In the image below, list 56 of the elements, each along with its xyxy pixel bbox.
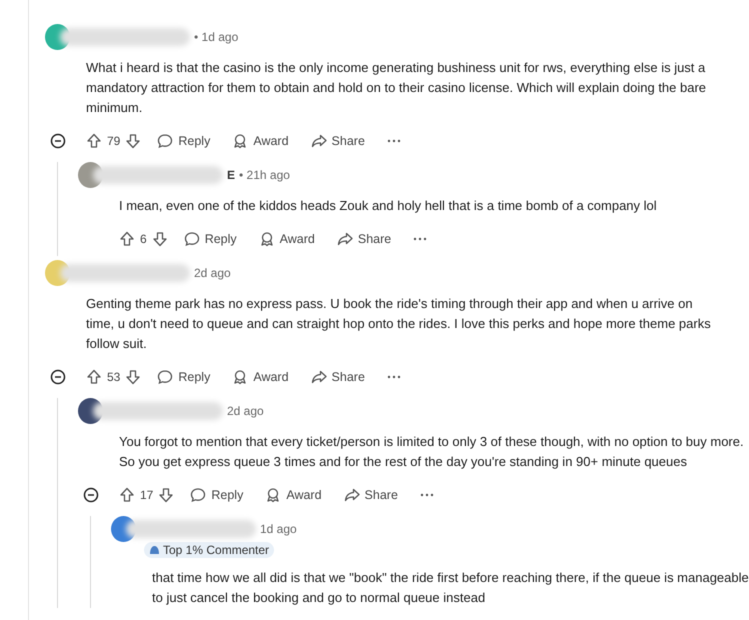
upvote-icon[interactable] bbox=[119, 231, 135, 247]
comment-text: What i heard is that the casino is the only income generating bushiness unit for rws, everything else is just a mandatory attraction for them to obtain and hold on to their casino license. Which will explain doing the bare minimum. bbox=[86, 59, 708, 117]
badge-icon bbox=[149, 545, 160, 555]
share-button[interactable]: Share bbox=[304, 129, 371, 153]
share-button[interactable]: Share bbox=[338, 483, 404, 507]
downvote-icon[interactable] bbox=[152, 231, 168, 247]
ribbon-icon bbox=[232, 369, 248, 385]
downvote-icon[interactable] bbox=[158, 487, 174, 503]
timestamp: • 1d ago bbox=[194, 30, 238, 44]
share-button[interactable]: Share bbox=[304, 365, 371, 389]
speech-bubble-icon bbox=[184, 231, 200, 247]
vote-count: 79 bbox=[107, 134, 120, 148]
comment-text: that time how we all did is that we "book" the ride first before reaching there, if the queue is manageable to just cancel the booking and go to normal queue instead bbox=[152, 569, 749, 607]
award-button[interactable]: Award bbox=[226, 365, 295, 389]
ribbon-icon bbox=[232, 133, 248, 149]
award-button[interactable]: Award bbox=[252, 227, 321, 251]
comment-text: I mean, even one of the kiddos heads Zouk and holy hell that is a time bomb of a company lol bbox=[119, 197, 658, 215]
reply-button[interactable]: Reply bbox=[178, 227, 243, 251]
collapse-icon[interactable] bbox=[82, 487, 98, 503]
upvote-icon[interactable] bbox=[86, 369, 102, 385]
ribbon-icon bbox=[265, 487, 282, 503]
downvote-icon[interactable] bbox=[125, 133, 142, 149]
timestamp: 2d ago bbox=[194, 266, 231, 280]
timestamp: 1d ago bbox=[260, 522, 297, 536]
share-button[interactable]: Share bbox=[330, 227, 398, 251]
username[interactable]: E bbox=[227, 168, 236, 182]
timestamp: 2d ago bbox=[227, 404, 264, 418]
more-icon[interactable] bbox=[420, 493, 434, 497]
collapse-icon[interactable] bbox=[50, 369, 66, 385]
ribbon-icon bbox=[258, 231, 275, 247]
share-icon bbox=[344, 487, 360, 503]
award-button[interactable]: Award bbox=[259, 483, 328, 507]
reply-button[interactable]: Reply bbox=[184, 483, 250, 507]
upvote-icon[interactable] bbox=[86, 133, 102, 149]
comment-text: You forgot to mention that every ticket/person is limited to only 3 of these though, with no option to buy more. So you get express queue 3 times and for the rest of the day you're standing in 90+ minute queues bbox=[119, 433, 745, 471]
share-icon bbox=[336, 231, 353, 247]
vote-count: 53 bbox=[107, 370, 120, 384]
collapse-icon[interactable] bbox=[50, 133, 66, 149]
more-icon[interactable] bbox=[386, 375, 401, 379]
vote-count: 6 bbox=[140, 232, 147, 246]
speech-bubble-icon bbox=[190, 487, 206, 503]
upvote-icon[interactable] bbox=[119, 487, 135, 503]
speech-bubble-icon bbox=[157, 369, 174, 385]
more-icon[interactable] bbox=[413, 237, 428, 241]
timestamp: • 21h ago bbox=[239, 168, 290, 182]
share-icon bbox=[310, 133, 327, 149]
commenter-badge: Top 1% Commenter bbox=[144, 542, 274, 558]
speech-bubble-icon bbox=[157, 133, 174, 149]
reply-button[interactable]: Reply bbox=[151, 365, 216, 389]
share-icon bbox=[310, 369, 327, 385]
comment-text: Genting theme park has no express pass. U book the ride's timing through their app and when u arrive on time, u don't need to queue and can straight hop onto the rides. I love this perks and hope more theme parks follow suit. bbox=[86, 295, 712, 353]
downvote-icon[interactable] bbox=[125, 369, 142, 385]
award-button[interactable]: Award bbox=[226, 129, 295, 153]
reply-button[interactable]: Reply bbox=[151, 129, 216, 153]
vote-count: 17 bbox=[140, 488, 154, 502]
more-icon[interactable] bbox=[386, 139, 401, 143]
